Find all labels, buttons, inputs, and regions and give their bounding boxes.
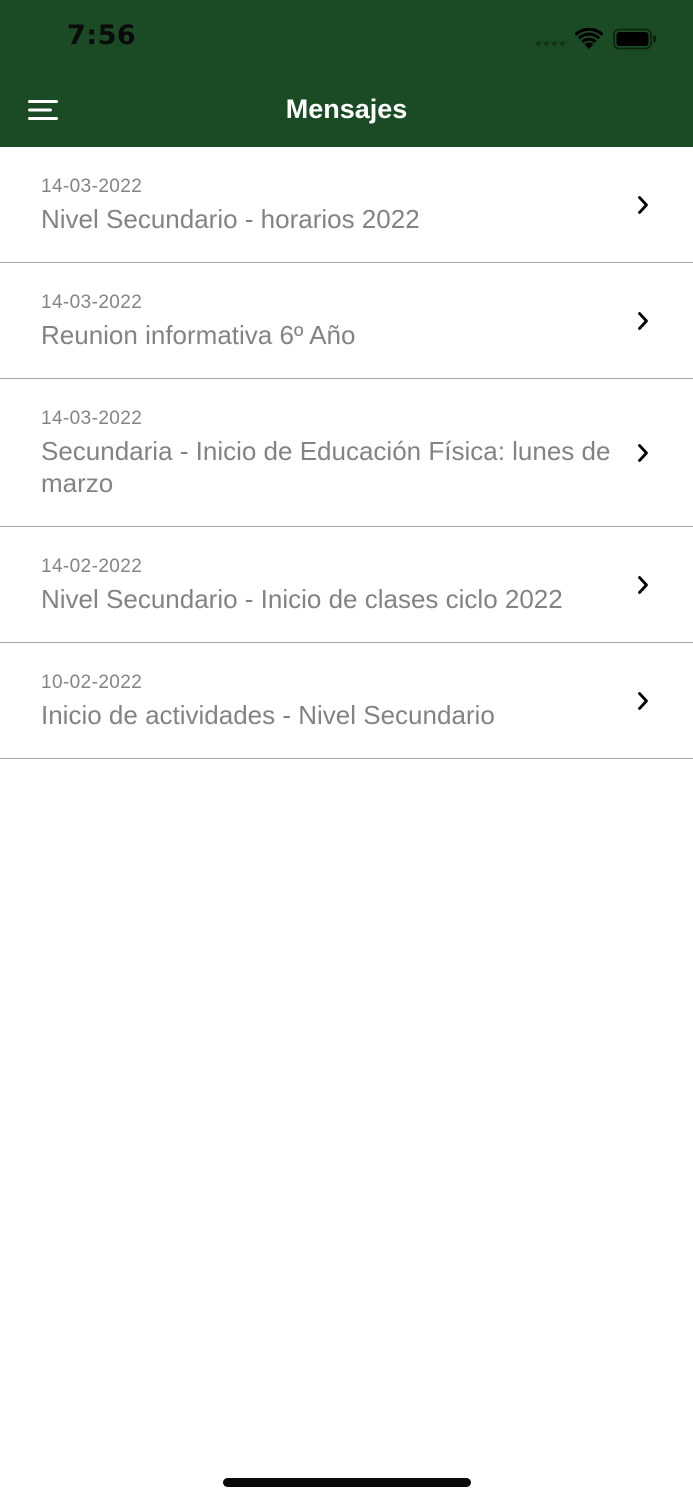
home-indicator[interactable] [223, 1478, 471, 1487]
status-indicators [536, 24, 657, 54]
chevron-right-icon [638, 575, 648, 594]
message-row[interactable]: 14-03-2022 Secundaria - Inicio de Educac… [0, 379, 693, 527]
status-time: 7:56 [67, 20, 137, 51]
messages-screen: 7:56 Mensajes 14-03-2022 Nivel Secundari… [0, 0, 693, 1500]
battery-icon [613, 28, 656, 50]
cellular-signal-icon [536, 40, 565, 46]
page-title: Mensajes [285, 94, 408, 124]
message-title: Inicio de actividades - Nivel Secundario [41, 700, 495, 730]
header-bar: 7:56 Mensajes [0, 0, 693, 147]
chevron-right-icon [638, 195, 648, 214]
navigation-bar: Mensajes [0, 74, 693, 147]
message-date: 10-02-2022 [41, 672, 143, 693]
message-date: 14-02-2022 [41, 556, 143, 577]
chevron-right-icon [638, 691, 648, 710]
message-row[interactable]: 14-03-2022 Reunion informativa 6º Año [0, 263, 693, 379]
chevron-right-icon [638, 443, 648, 462]
message-row[interactable]: 10-02-2022 Inicio de actividades - Nivel… [0, 643, 693, 759]
message-list: 14-03-2022 Nivel Secundario - horarios 2… [0, 147, 693, 759]
message-title: Secundaria - Inicio de Educación Física:… [41, 436, 611, 498]
message-row[interactable]: 14-02-2022 Nivel Secundario - Inicio de … [0, 527, 693, 643]
message-date: 14-03-2022 [41, 176, 143, 197]
message-row[interactable]: 14-03-2022 Nivel Secundario - horarios 2… [0, 147, 693, 263]
message-date: 14-03-2022 [41, 292, 143, 313]
message-title: Nivel Secundario - horarios 2022 [41, 204, 420, 234]
wifi-icon [575, 28, 603, 49]
message-title: Nivel Secundario - Inicio de clases cicl… [41, 584, 563, 614]
message-title: Reunion informativa 6º Año [41, 320, 356, 350]
chevron-right-icon [638, 311, 648, 330]
message-date: 14-03-2022 [41, 408, 143, 429]
